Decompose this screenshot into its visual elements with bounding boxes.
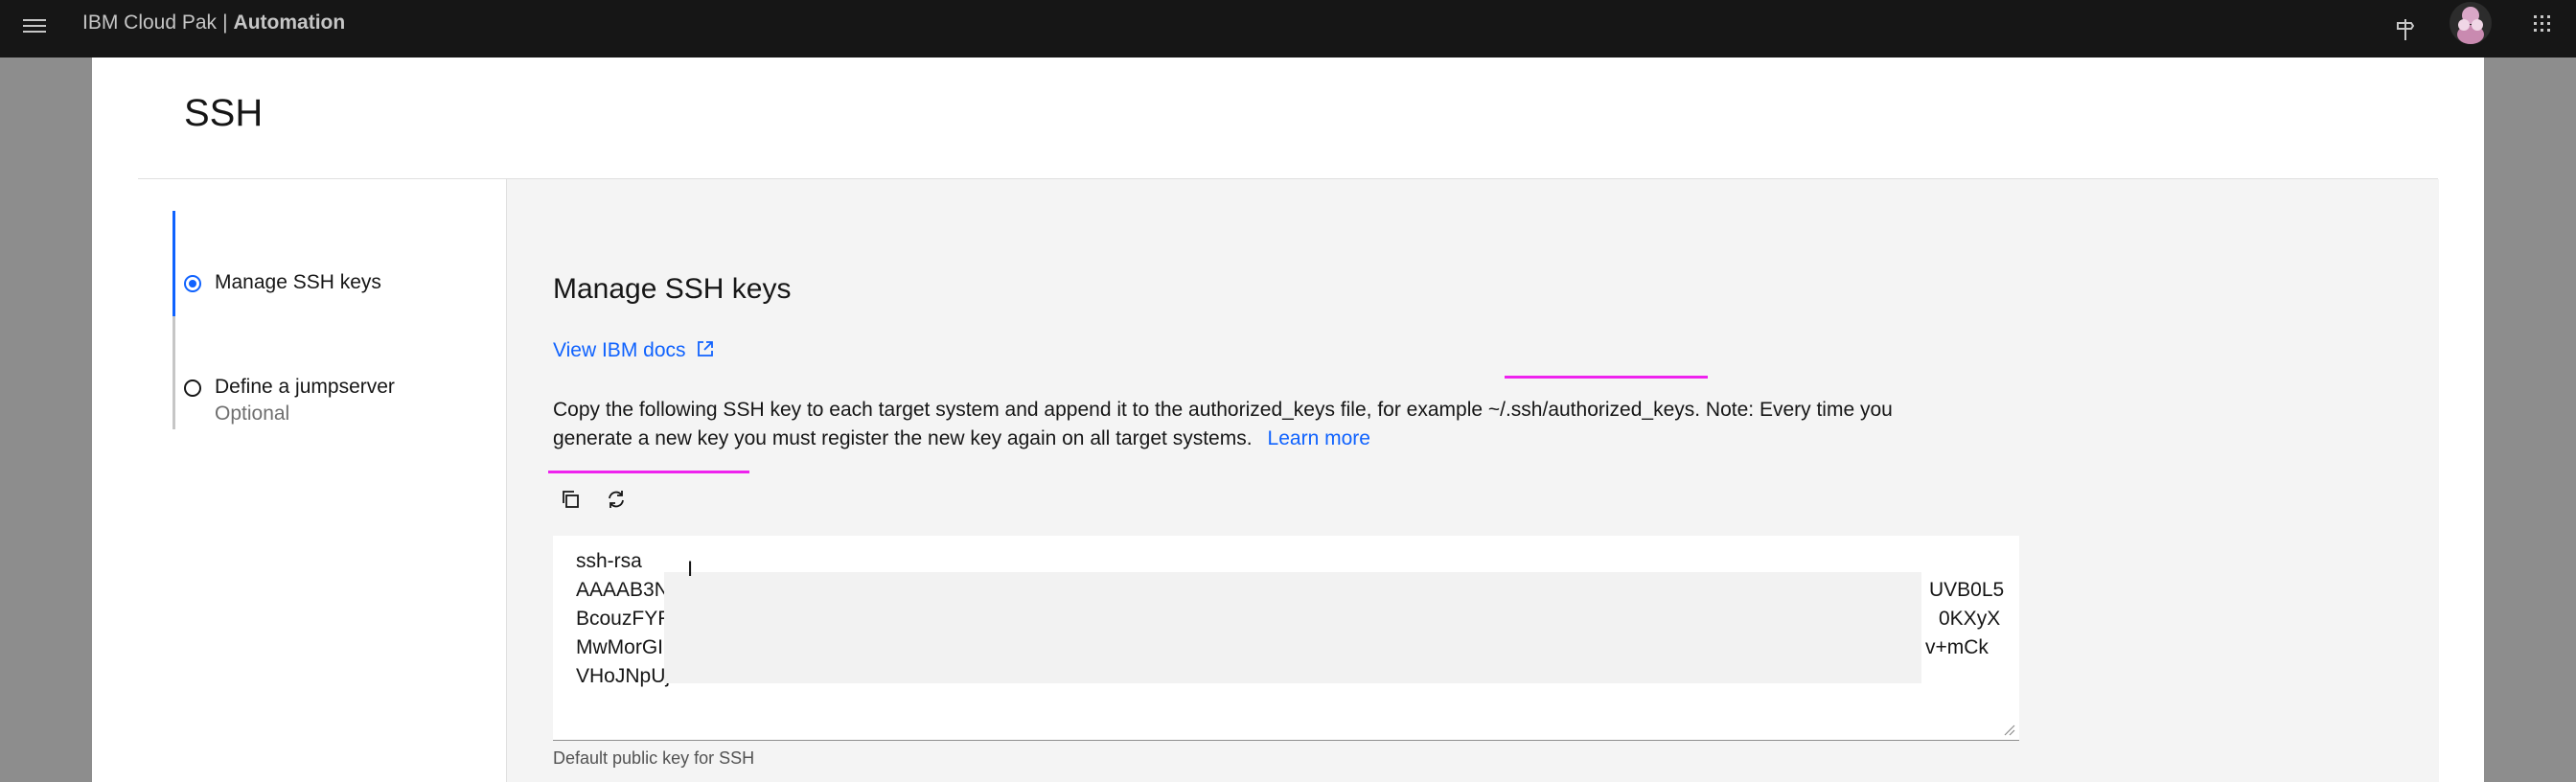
key-line-tail: UVB0L5 (1929, 579, 2005, 601)
description-text: Copy the following SSH key to each targe… (553, 399, 1893, 449)
user-avatar[interactable] (2448, 0, 2494, 46)
key-line-tail: 0KXyX (1939, 608, 2001, 630)
brand-name[interactable]: IBM Cloud Pak | Automation (82, 11, 345, 35)
step-current-icon (184, 275, 201, 292)
step-label: Define a jumpserver (215, 376, 395, 398)
app-switcher-icon[interactable] (2518, 6, 2564, 52)
progress-steps: Manage SSH keys Define a jumpserver Opti… (172, 180, 498, 544)
step-content: Manage SSH keys View IBM docs Copy the f… (506, 179, 2439, 782)
docs-link-label: View IBM docs (553, 339, 686, 361)
step-label: Manage SSH keys (215, 271, 381, 293)
menu-icon[interactable] (21, 13, 48, 40)
text-cursor-icon: I (687, 557, 694, 581)
refresh-icon[interactable] (599, 482, 633, 517)
page-title: SSH (184, 92, 264, 134)
resize-handle-icon[interactable] (2004, 724, 2015, 736)
launch-icon (697, 341, 713, 356)
ssh-panel: SSH Manage SSH keys Define a jumpserver … (92, 58, 2484, 782)
brand-prefix: IBM Cloud Pak (82, 12, 218, 34)
learn-more-link[interactable]: Learn more (1268, 427, 1370, 449)
helper-text: Default public key for SSH (553, 748, 755, 768)
redaction-mask (664, 572, 1921, 683)
step-optional-label: Optional (215, 402, 290, 425)
step-incomplete-icon (184, 380, 201, 397)
step-rail-active (172, 211, 175, 316)
view-ibm-docs-link[interactable]: View IBM docs (553, 339, 715, 362)
section-title: Manage SSH keys (553, 273, 792, 305)
brand-product: Automation (233, 12, 346, 34)
key-line-tail: v+mCk (1925, 636, 1989, 658)
global-header: IBM Cloud Pak | Automation (0, 0, 2576, 58)
brand-separator: | (222, 12, 228, 34)
step-rail-inactive (172, 316, 175, 429)
highlight-underline-path (1505, 376, 1708, 379)
ssh-key-textarea[interactable]: ssh-rsa AAAAB3N BcouzFYF MwMorGI VHoJNpU… (553, 536, 2019, 741)
description: Copy the following SSH key to each targe… (553, 396, 1952, 453)
highlight-underline-toolbar (548, 471, 749, 473)
copy-icon[interactable] (553, 482, 587, 517)
pin-icon[interactable] (2382, 6, 2428, 52)
